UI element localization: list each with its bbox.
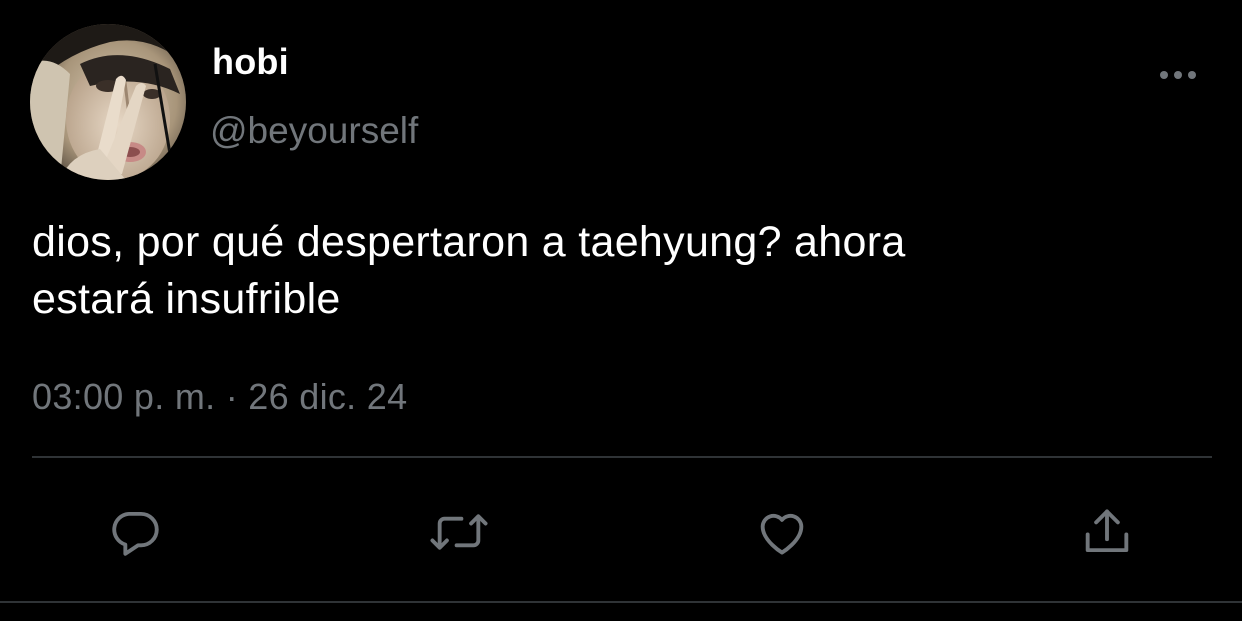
retweet-button[interactable] [427,500,491,564]
reply-button[interactable] [103,500,167,564]
avatar[interactable] [30,24,186,180]
retweet-icon [430,514,488,550]
profile-photo-icon [30,24,186,180]
bottom-divider [0,601,1242,603]
like-button[interactable] [750,500,814,564]
tweet-timestamp[interactable]: 03:00 p. m. · 26 dic. 24 [32,374,407,420]
more-icon [1160,71,1196,79]
more-options-button[interactable] [1150,58,1206,92]
reply-icon [112,511,159,556]
user-handle[interactable]: @beyourself [210,108,418,154]
divider [32,456,1212,458]
tweet-card: hobi @beyourself dios, por qué despertar… [0,0,1242,621]
tweet-text: dios, por qué despertaron a taehyung? ah… [32,218,906,323]
display-name[interactable]: hobi [212,40,289,84]
share-icon [1085,509,1129,553]
share-button[interactable] [1075,500,1139,564]
heart-icon [760,513,804,555]
